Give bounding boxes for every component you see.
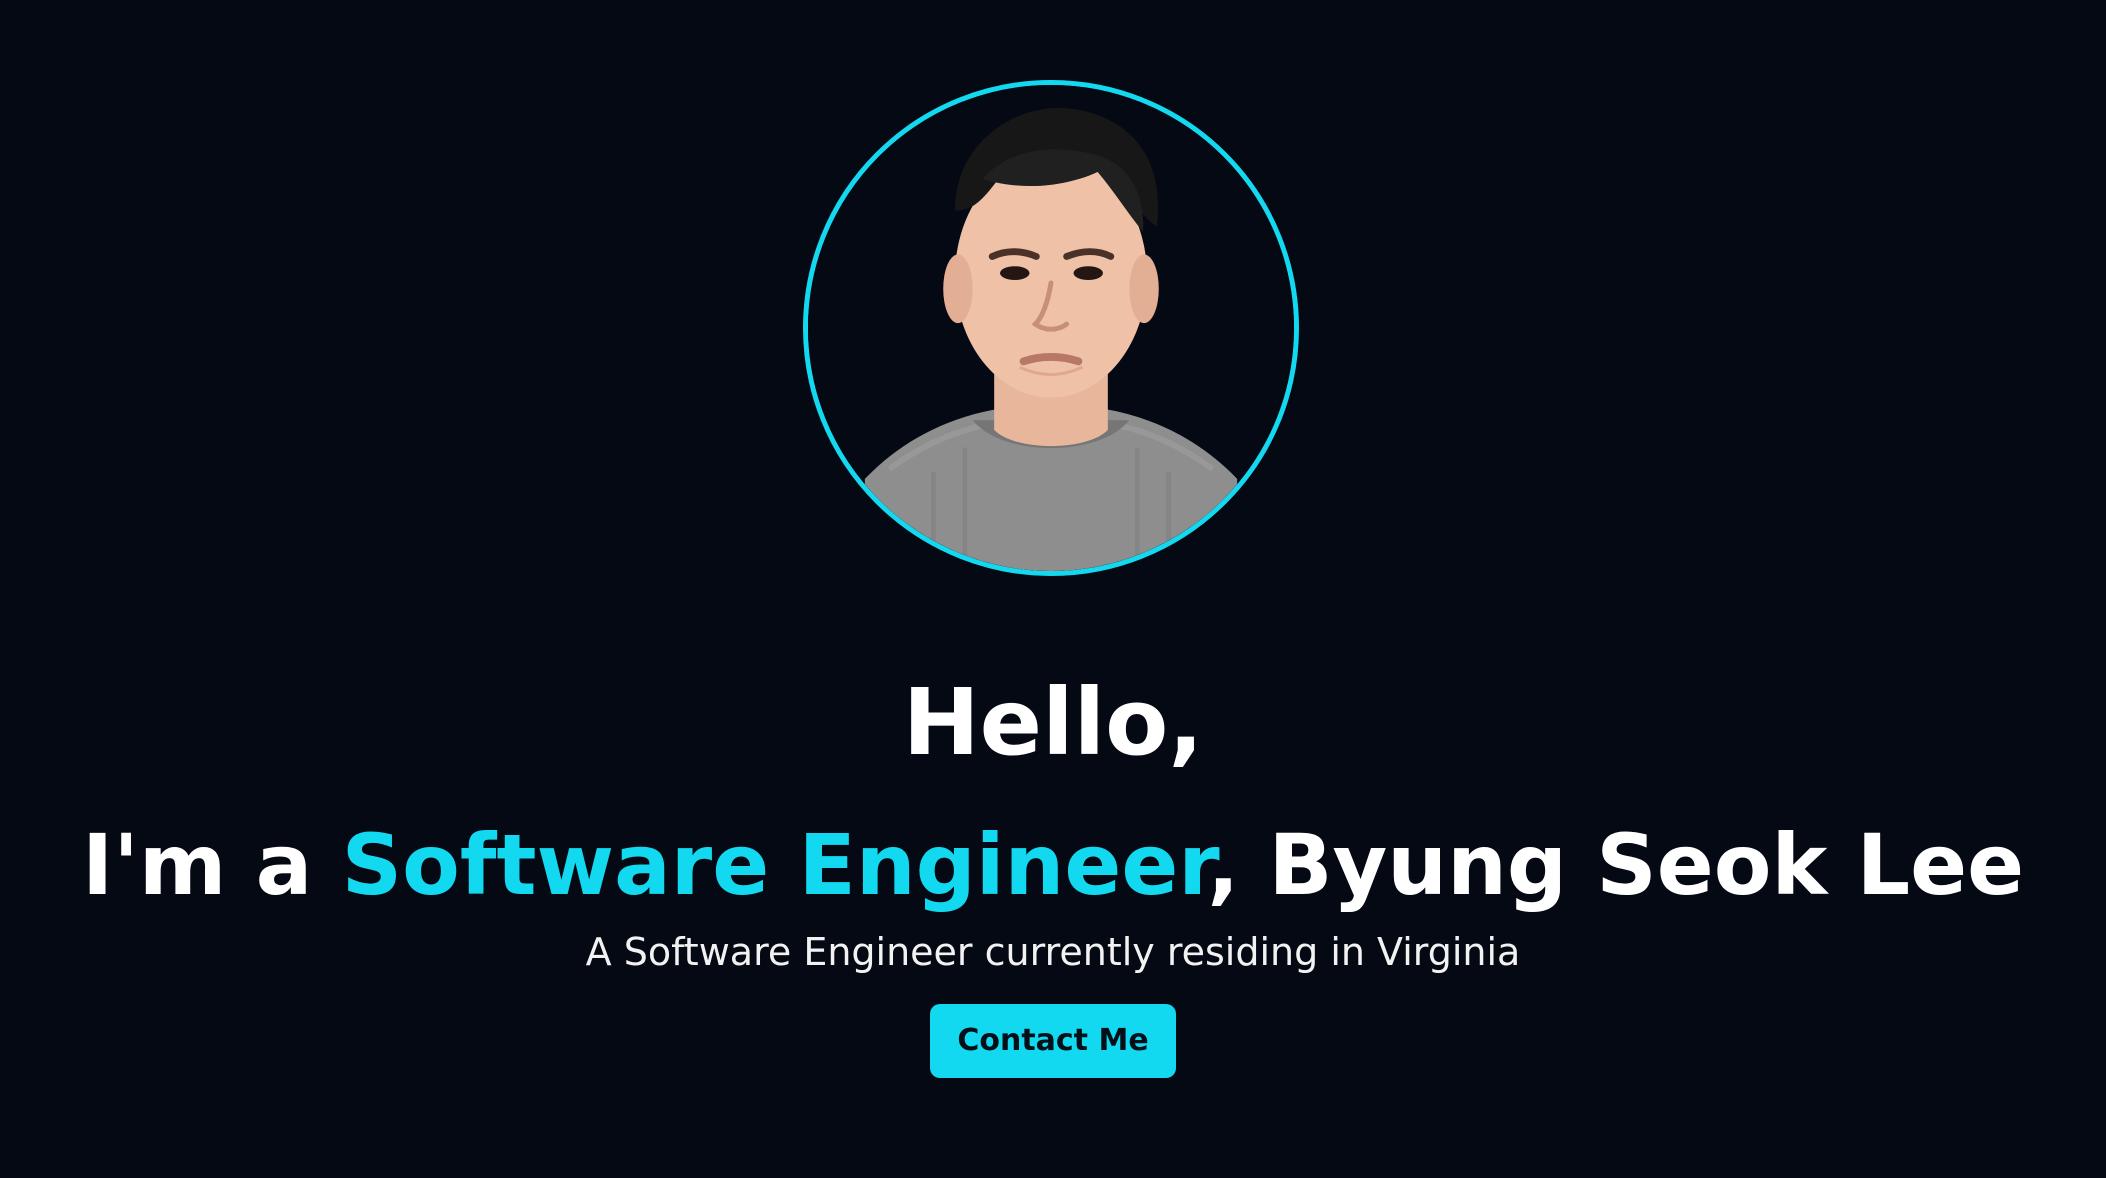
greeting-heading: Hello,	[902, 668, 1204, 776]
role-highlight: Software Engineer	[341, 815, 1208, 914]
contact-me-button[interactable]: Contact Me	[930, 1004, 1176, 1078]
intro-prefix: I'm a	[81, 815, 342, 914]
profile-avatar	[803, 80, 1299, 576]
hero-subtitle: A Software Engineer currently residing i…	[585, 930, 1521, 974]
intro-suffix: , Byung Seok Lee	[1207, 815, 2025, 914]
intro-heading: I'm a Software Engineer, Byung Seok Lee	[0, 810, 2106, 920]
hero-section: Hello, I'm a Software Engineer, Byung Se…	[0, 0, 2106, 1178]
